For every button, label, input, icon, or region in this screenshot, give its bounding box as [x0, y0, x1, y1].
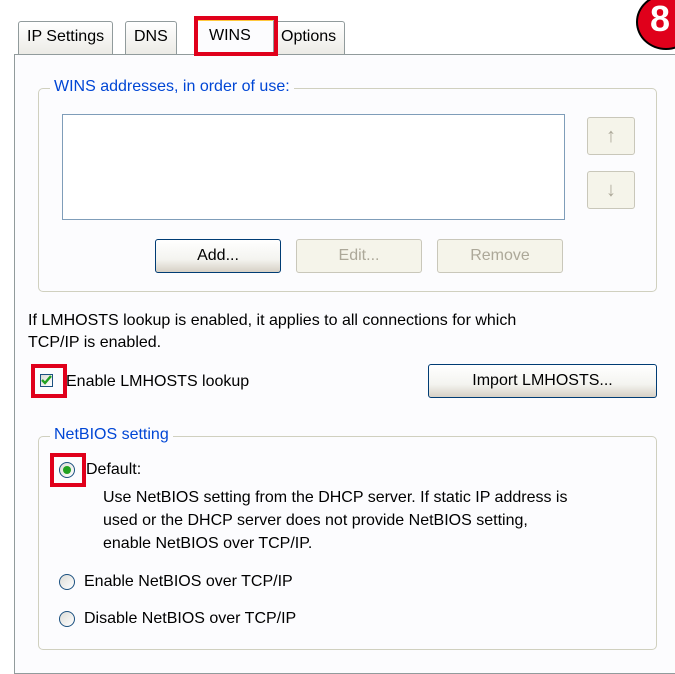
step-badge-number: 8	[650, 0, 671, 39]
tab-options-label: Options	[281, 28, 337, 45]
netbios-disable-label[interactable]: Disable NetBIOS over TCP/IP	[84, 608, 296, 629]
import-lmhosts-button[interactable]: Import LMHOSTS...	[428, 364, 657, 398]
checkbox-highlight	[31, 364, 67, 398]
netbios-default-desc-line2: used or the DHCP server does not provide…	[103, 512, 528, 529]
add-button-label: Add...	[197, 247, 239, 264]
edit-button[interactable]: Edit...	[296, 239, 422, 273]
remove-button[interactable]: Remove	[437, 239, 563, 273]
netbios-enable-label[interactable]: Enable NetBIOS over TCP/IP	[84, 571, 293, 592]
move-up-button[interactable]: ↑	[587, 117, 635, 155]
move-down-button[interactable]: ↓	[587, 171, 635, 209]
enable-lmhosts-label[interactable]: Enable LMHOSTS lookup	[66, 371, 249, 392]
edit-button-label: Edit...	[338, 247, 380, 264]
wins-addresses-list[interactable]	[62, 114, 565, 220]
wins-addresses-legend: WINS addresses, in order of use:	[50, 78, 294, 96]
netbios-setting-legend: NetBIOS setting	[50, 426, 173, 444]
lmhosts-info-line1: If LMHOSTS lookup is enabled, it applies…	[28, 312, 517, 329]
remove-button-label: Remove	[470, 247, 530, 264]
netbios-default-desc-line3: enable NetBIOS over TCP/IP.	[103, 535, 313, 552]
down-arrow-icon: ↓	[606, 178, 616, 201]
netbios-default-label[interactable]: Default:	[86, 459, 141, 480]
tab-dns-label: DNS	[134, 28, 168, 45]
radio-highlight	[50, 453, 86, 487]
tab-ip-settings-label: IP Settings	[27, 28, 105, 45]
netbios-default-desc-line1: Use NetBIOS setting from the DHCP server…	[103, 489, 568, 506]
up-arrow-icon: ↑	[606, 124, 616, 147]
lmhosts-info-line2: TCP/IP is enabled.	[28, 334, 162, 351]
tab-ip-settings[interactable]: IP Settings	[18, 21, 114, 54]
wins-tab-highlight	[194, 16, 278, 56]
step-badge: 8	[636, 0, 675, 50]
import-lmhosts-label: Import LMHOSTS...	[472, 372, 613, 389]
netbios-enable-radio[interactable]	[59, 574, 75, 590]
add-button[interactable]: Add...	[155, 239, 281, 273]
tab-options[interactable]: Options	[272, 21, 346, 54]
tab-dns[interactable]: DNS	[125, 21, 177, 54]
netbios-disable-radio[interactable]	[59, 611, 75, 627]
